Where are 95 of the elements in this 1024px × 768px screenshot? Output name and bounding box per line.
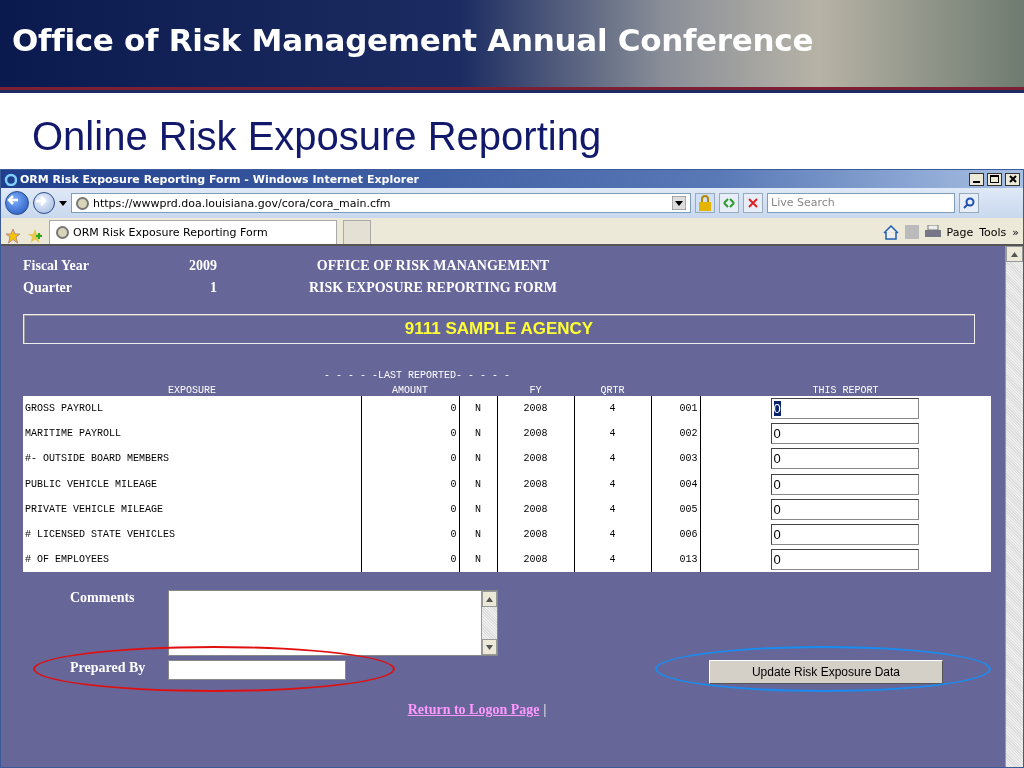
- address-text: https://wwwprd.doa.louisiana.gov/cora/cora_main.cfm: [93, 196, 392, 210]
- close-button[interactable]: [1005, 172, 1020, 186]
- favorites-star-icon[interactable]: [5, 228, 21, 244]
- back-arrow-icon: [6, 193, 20, 207]
- close-icon: [1008, 175, 1017, 183]
- field-value: 2009: [188, 258, 217, 274]
- agency-name: 9111 SAMPLE AGENCY: [404, 319, 594, 339]
- scroll-up-icon[interactable]: [1011, 251, 1018, 257]
- table-cell: GROSS PAYROLL: [23, 396, 361, 422]
- table-cell: N: [459, 446, 497, 472]
- home-icon[interactable]: [882, 224, 899, 240]
- table-cell: MARITIME PAYROLL: [23, 421, 361, 447]
- column-header: EXPOSURE: [23, 384, 361, 396]
- slide-subtitle: Online Risk Exposure Reporting: [31, 113, 603, 160]
- table-cell: # OF EMPLOYEES: [23, 547, 361, 573]
- more-tools-button[interactable]: »: [1012, 225, 1019, 239]
- scrollbar[interactable]: [1005, 246, 1023, 767]
- table-cell: N: [459, 547, 497, 573]
- field-label: Comments: [69, 590, 136, 608]
- input-field[interactable]: [168, 660, 346, 681]
- browser-logo-icon: [4, 172, 17, 186]
- table-cell: 4: [574, 396, 651, 422]
- table-cell: 0: [361, 496, 459, 522]
- toolbar-menu[interactable]: Tools: [979, 225, 1007, 239]
- refresh-icon: [722, 197, 736, 209]
- browser-tab[interactable]: ORM Risk Exposure Reporting Form: [49, 220, 337, 244]
- table-cell: N: [459, 396, 497, 422]
- table-cell: 0: [361, 396, 459, 422]
- table-cell: 0: [361, 471, 459, 497]
- stop-icon: [748, 198, 758, 208]
- table-cell: N: [459, 421, 497, 447]
- input-field[interactable]: 0: [770, 398, 919, 420]
- refresh-button[interactable]: [719, 193, 739, 213]
- tab-title: ORM Risk Exposure Reporting Form: [73, 226, 268, 239]
- update-button[interactable]: Update Risk Exposure Data: [709, 660, 943, 685]
- maximize-button[interactable]: [987, 172, 1002, 186]
- scroll-up-icon[interactable]: [486, 596, 493, 602]
- column-header: AMOUNT: [361, 384, 459, 396]
- table-cell: 2008: [497, 547, 574, 573]
- column-header: THIS REPORT: [700, 384, 991, 396]
- table-cell: 2008: [497, 396, 574, 422]
- column-group-heading: - - - - -LAST REPORTED- - - - -: [323, 370, 511, 383]
- table-cell: 4: [574, 446, 651, 472]
- separator-text: |: [543, 702, 547, 719]
- search-field[interactable]: Live Search: [767, 193, 955, 213]
- stop-button[interactable]: [743, 193, 763, 213]
- table-cell: PUBLIC VEHICLE MILEAGE: [23, 471, 361, 497]
- input-field[interactable]: 0: [770, 549, 919, 571]
- input-field[interactable]: 0: [770, 524, 919, 546]
- site-icon: [56, 226, 69, 239]
- form-heading: OFFICE OF RISK MANANGEMENT: [315, 258, 551, 274]
- maximize-icon: [990, 175, 999, 183]
- table-cell: 0: [361, 421, 459, 447]
- table-cell: 013: [651, 547, 700, 573]
- forward-button[interactable]: [33, 192, 55, 214]
- slide-title: Office of Risk Management Annual Conference: [12, 22, 814, 58]
- table-cell: 002: [651, 421, 700, 447]
- padlock-drawing: [698, 195, 712, 211]
- back-button[interactable]: [5, 191, 29, 215]
- input-field[interactable]: 0: [770, 498, 919, 520]
- column-header: QRTR: [574, 384, 651, 396]
- input-field[interactable]: 0: [770, 448, 919, 470]
- input-field[interactable]: 0: [770, 423, 919, 445]
- scroll-down-icon[interactable]: [486, 644, 493, 650]
- search-button[interactable]: [959, 193, 979, 213]
- table-cell: 2008: [497, 446, 574, 472]
- address-bar[interactable]: https://wwwprd.doa.louisiana.gov/cora/cora_main.cfm: [71, 193, 691, 213]
- table-cell: 2008: [497, 421, 574, 447]
- dropdown-caret-icon[interactable]: [672, 196, 686, 210]
- search-icon: [963, 197, 975, 209]
- form-heading: RISK EXPOSURE REPORTING FORM: [308, 280, 558, 296]
- minimize-button[interactable]: [969, 172, 984, 186]
- dropdown-caret-icon[interactable]: [59, 200, 67, 206]
- table-cell: #- OUTSIDE BOARD MEMBERS: [23, 446, 361, 472]
- table-cell: 0: [361, 547, 459, 573]
- window-title: ORM Risk Exposure Reporting Form - Windows Internet Explorer: [20, 172, 421, 186]
- table-cell: PRIVATE VEHICLE MILEAGE: [23, 496, 361, 522]
- table-cell: # LICENSED STATE VEHICLES: [23, 521, 361, 548]
- printer-icon[interactable]: [924, 225, 941, 239]
- comments-field[interactable]: [168, 590, 498, 657]
- field-label: Quarter: [23, 280, 73, 296]
- site-icon: [76, 196, 89, 210]
- field-label: Prepared By: [69, 660, 147, 678]
- table-cell: 0: [361, 521, 459, 548]
- table-cell: 0: [361, 446, 459, 472]
- table-cell: 4: [574, 421, 651, 447]
- field-value: 1: [209, 280, 217, 296]
- toolbar-menu[interactable]: Page: [946, 225, 974, 239]
- input-field[interactable]: 0: [770, 473, 919, 495]
- table-cell: 003: [651, 446, 700, 472]
- table-cell: 4: [574, 547, 651, 573]
- forward-arrow-icon: [34, 194, 48, 208]
- column-header: FY: [497, 384, 574, 396]
- field-label: Fiscal Year: [23, 258, 90, 274]
- table-cell: 001: [651, 396, 700, 422]
